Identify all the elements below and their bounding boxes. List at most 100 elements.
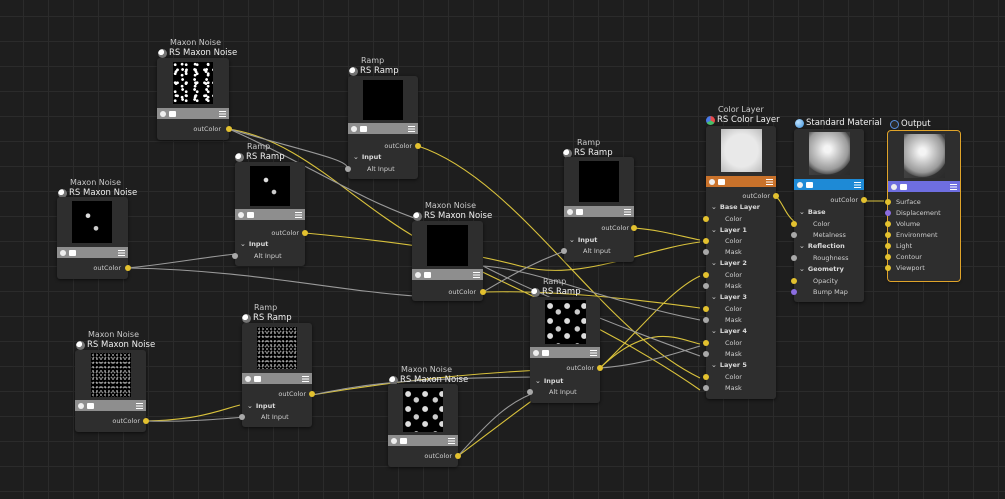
node-maxon-noise-2[interactable]: outColor: [57, 197, 131, 279]
output-port-dot[interactable]: [415, 143, 421, 149]
input-port-dot[interactable]: [791, 289, 797, 295]
input-port-dot[interactable]: [885, 221, 891, 227]
input-port-dot[interactable]: [703, 306, 709, 312]
image-icon[interactable]: [169, 110, 176, 117]
node-ramp-5[interactable]: outColor Input Alt Input: [527, 297, 603, 403]
menu-icon[interactable]: [590, 349, 597, 356]
menu-icon[interactable]: [219, 110, 226, 117]
node-output[interactable]: Surface Displacement Volume Environment …: [885, 130, 961, 282]
output-port-dot[interactable]: [143, 418, 149, 424]
input-port-dot[interactable]: [345, 166, 351, 172]
node-maxon-noise-5[interactable]: outColor: [388, 384, 461, 467]
node-ramp-2[interactable]: outColor Input Alt Input: [232, 162, 308, 266]
menu-icon[interactable]: [766, 178, 773, 185]
input-port-dot[interactable]: [885, 243, 891, 249]
output-port-dot[interactable]: [480, 289, 486, 295]
input-port-dot[interactable]: [885, 210, 891, 216]
output-port-dot[interactable]: [125, 265, 131, 271]
node-ramp-4[interactable]: outColor Input Alt Input: [239, 323, 315, 427]
group-layer-5[interactable]: Layer 5: [711, 361, 747, 369]
group-input[interactable]: Input: [247, 402, 275, 410]
menu-icon[interactable]: [118, 249, 125, 256]
menu-icon[interactable]: [136, 402, 143, 409]
input-port-dot[interactable]: [791, 278, 797, 284]
input-port-dot[interactable]: [703, 340, 709, 346]
input-port-dot[interactable]: [527, 389, 533, 395]
image-icon[interactable]: [576, 208, 583, 215]
group-input[interactable]: Input: [240, 240, 268, 248]
group-base[interactable]: Base: [799, 208, 826, 216]
preview-icon[interactable]: [391, 437, 397, 444]
input-port-dot[interactable]: [703, 238, 709, 244]
input-port-dot[interactable]: [703, 351, 709, 357]
group-layer-2[interactable]: Layer 2: [711, 259, 747, 267]
node-ramp-3[interactable]: outColor Input Alt Input: [561, 157, 637, 262]
preview-icon[interactable]: [160, 110, 166, 117]
preview-icon[interactable]: [709, 178, 715, 185]
image-icon[interactable]: [360, 125, 367, 132]
image-icon[interactable]: [87, 402, 94, 409]
image-icon[interactable]: [254, 375, 261, 382]
node-ramp-1[interactable]: outColor Input Alt Input: [345, 76, 421, 179]
input-port-dot[interactable]: [791, 255, 797, 261]
input-port-dot[interactable]: [885, 254, 891, 260]
node-color-layer[interactable]: outColor Base Layer Color Layer 1 Color …: [703, 126, 779, 399]
group-input[interactable]: Input: [353, 153, 381, 161]
preview-icon[interactable]: [238, 211, 244, 218]
image-icon[interactable]: [424, 271, 431, 278]
input-port-dot[interactable]: [561, 248, 567, 254]
menu-icon[interactable]: [854, 181, 861, 188]
menu-icon[interactable]: [408, 125, 415, 132]
group-layer-4[interactable]: Layer 4: [711, 327, 747, 335]
node-maxon-noise-4[interactable]: outColor: [75, 350, 149, 432]
image-icon[interactable]: [400, 437, 407, 444]
group-layer-1[interactable]: Layer 1: [711, 226, 747, 234]
output-port-dot[interactable]: [226, 126, 232, 132]
input-port-dot[interactable]: [703, 249, 709, 255]
group-input[interactable]: Input: [535, 377, 563, 385]
menu-icon[interactable]: [302, 375, 309, 382]
node-standard-material[interactable]: outColor Base Color Metalness Reflection…: [791, 129, 867, 302]
input-port-dot[interactable]: [703, 317, 709, 323]
menu-icon[interactable]: [950, 183, 957, 190]
input-port-dot[interactable]: [703, 216, 709, 222]
node-maxon-noise-3[interactable]: outColor: [412, 221, 486, 301]
image-icon[interactable]: [247, 211, 254, 218]
image-icon[interactable]: [900, 183, 907, 190]
group-geometry[interactable]: Geometry: [799, 265, 844, 273]
node-maxon-noise-1[interactable]: outColor: [157, 58, 232, 140]
image-icon[interactable]: [69, 249, 76, 256]
preview-icon[interactable]: [78, 402, 84, 409]
node-editor-canvas[interactable]: Maxon Noise RS Maxon Noise outColor Ramp…: [0, 0, 1005, 499]
output-port-dot[interactable]: [455, 453, 461, 459]
input-port-dot[interactable]: [885, 199, 891, 205]
input-port-dot[interactable]: [791, 221, 797, 227]
image-icon[interactable]: [718, 178, 725, 185]
menu-icon[interactable]: [448, 437, 455, 444]
output-port-dot[interactable]: [861, 197, 867, 203]
preview-icon[interactable]: [245, 375, 251, 382]
menu-icon[interactable]: [295, 211, 302, 218]
input-port-dot[interactable]: [791, 232, 797, 238]
group-base-layer[interactable]: Base Layer: [711, 203, 760, 211]
input-port-dot[interactable]: [232, 253, 238, 259]
input-port-dot[interactable]: [239, 414, 245, 420]
output-port-dot[interactable]: [597, 365, 603, 371]
preview-icon[interactable]: [567, 208, 573, 215]
input-port-dot[interactable]: [703, 272, 709, 278]
preview-icon[interactable]: [797, 181, 803, 188]
group-reflection[interactable]: Reflection: [799, 242, 845, 250]
preview-icon[interactable]: [351, 125, 357, 132]
preview-icon[interactable]: [891, 183, 897, 190]
output-port-dot[interactable]: [309, 391, 315, 397]
input-port-dot[interactable]: [885, 232, 891, 238]
output-port-dot[interactable]: [773, 193, 779, 199]
menu-icon[interactable]: [473, 271, 480, 278]
input-port-dot[interactable]: [703, 385, 709, 391]
output-port-dot[interactable]: [302, 230, 308, 236]
input-port-dot[interactable]: [703, 283, 709, 289]
input-port-dot[interactable]: [703, 374, 709, 380]
preview-icon[interactable]: [415, 271, 421, 278]
image-icon[interactable]: [806, 181, 813, 188]
group-layer-3[interactable]: Layer 3: [711, 293, 747, 301]
